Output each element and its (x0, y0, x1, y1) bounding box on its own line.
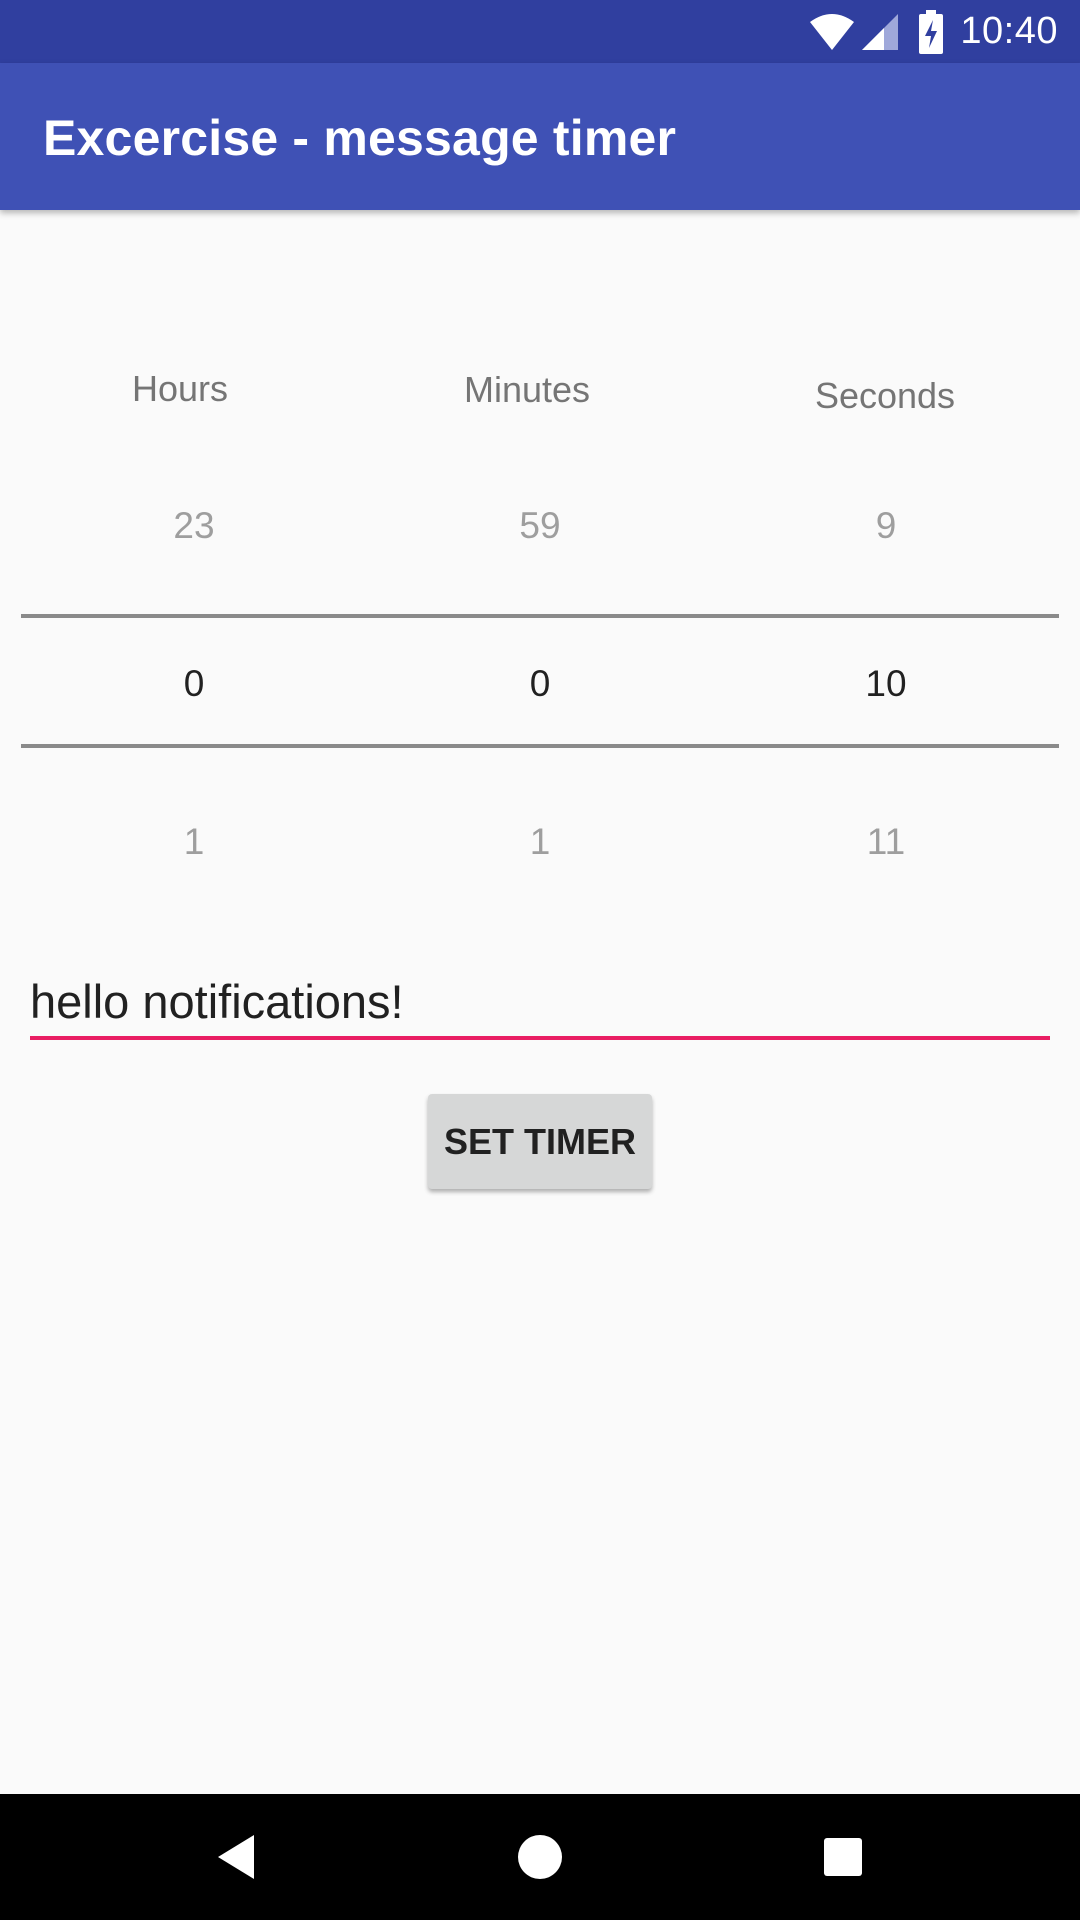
hours-prev-value[interactable]: 23 (44, 505, 344, 547)
app-title: Excercise - message timer (43, 110, 677, 166)
status-icons: 10:40 (808, 0, 1058, 63)
status-time: 10:40 (960, 10, 1058, 52)
minutes-label: Minutes (463, 369, 591, 410)
app-bar: Excercise - message timer (0, 63, 1080, 210)
message-input[interactable] (30, 966, 1050, 1040)
wifi-icon (808, 12, 856, 52)
seconds-selected-value[interactable]: 10 (736, 663, 1036, 705)
screen: 10:40 Excercise - message timer Hours Mi… (0, 0, 1080, 1920)
navigation-bar (0, 1794, 1080, 1920)
set-timer-button[interactable]: SET TIMER (428, 1094, 652, 1189)
recents-icon[interactable] (810, 1824, 876, 1890)
back-icon[interactable] (203, 1824, 269, 1890)
seconds-label: Seconds (814, 375, 956, 416)
seconds-next-value[interactable]: 11 (736, 821, 1036, 863)
hours-selected-value[interactable]: 0 (44, 663, 344, 705)
selection-divider-top (21, 614, 1059, 618)
seconds-prev-value[interactable]: 9 (736, 505, 1036, 547)
signal-icon (860, 12, 900, 52)
hours-label: Hours (131, 368, 229, 409)
status-bar: 10:40 (0, 0, 1080, 63)
minutes-selected-value[interactable]: 0 (390, 663, 690, 705)
home-icon[interactable] (507, 1824, 573, 1890)
battery-charging-icon (918, 9, 944, 54)
selection-divider-bottom (21, 744, 1059, 748)
minutes-next-value[interactable]: 1 (390, 821, 690, 863)
minutes-prev-value[interactable]: 59 (390, 505, 690, 547)
hours-next-value[interactable]: 1 (44, 821, 344, 863)
